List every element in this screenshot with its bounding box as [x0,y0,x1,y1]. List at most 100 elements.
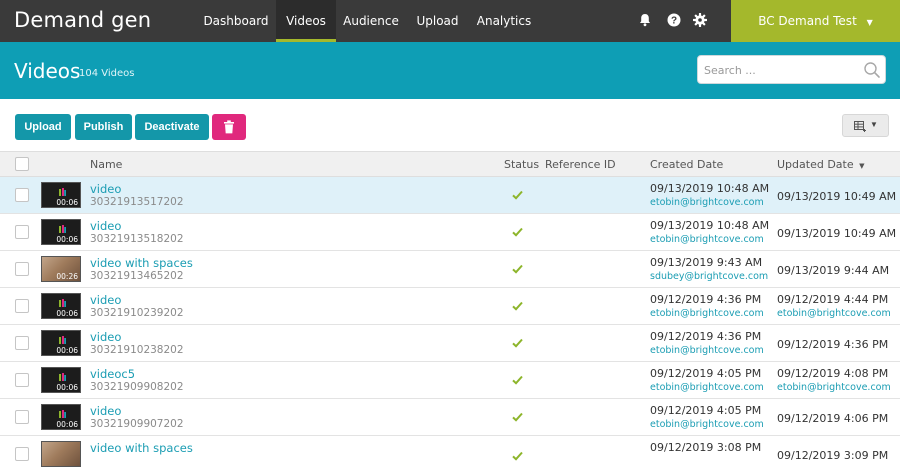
row-checkbox[interactable] [15,447,29,461]
video-id: 30321913465202 [90,270,184,282]
table-row[interactable]: 00:06 video 30321910239202 09/12/2019 4:… [0,288,900,325]
chevron-down-icon: ▼ [866,18,873,27]
created-date: 09/12/2019 4:36 PM [650,293,762,306]
row-checkbox[interactable] [15,188,29,202]
column-reference-id[interactable]: Reference ID [545,158,616,171]
created-by-link[interactable]: etobin@brightcove.com [650,234,764,245]
status-active-check-icon [512,190,523,200]
created-by-link[interactable]: sdubey@brightcove.com [650,271,768,282]
nav-analytics[interactable]: Analytics [469,0,539,42]
video-name-link[interactable]: video [90,330,121,344]
created-by-link[interactable]: etobin@brightcove.com [650,382,764,393]
video-name-link[interactable]: video [90,404,121,418]
updated-by-link[interactable]: etobin@brightcove.com [777,382,891,393]
status-active-check-icon [512,451,523,461]
table-row[interactable]: 00:06 video 30321913518202 09/13/2019 10… [0,214,900,251]
video-duration: 00:06 [56,346,78,355]
delete-button[interactable] [212,114,246,140]
created-by-link[interactable]: etobin@brightcove.com [650,345,764,356]
status-active-check-icon [512,301,523,311]
video-name-link[interactable]: videoc5 [90,367,135,381]
video-name-link[interactable]: video [90,182,121,196]
created-by-link[interactable]: etobin@brightcove.com [650,308,764,319]
video-duration: 00:06 [56,420,78,429]
video-logo-icon [59,336,66,344]
nav-upload[interactable]: Upload [406,0,469,42]
video-thumbnail[interactable]: 00:06 [41,293,81,319]
nav-videos[interactable]: Videos [276,0,336,42]
updated-date: 09/13/2019 10:49 AM [777,190,897,203]
page-title: Videos [14,59,81,83]
row-checkbox[interactable] [15,225,29,239]
table-row[interactable]: 00:06 videoc5 30321909908202 09/12/2019 … [0,362,900,399]
created-date: 09/12/2019 4:05 PM [650,367,762,380]
video-thumbnail[interactable]: 00:26 [41,256,81,282]
video-name-link[interactable]: video [90,219,121,233]
table-row[interactable]: 00:06 video 30321909907202 09/12/2019 4:… [0,399,900,436]
video-thumbnail[interactable]: 00:06 [41,330,81,356]
updated-date: 09/12/2019 4:06 PM [777,412,889,425]
status-active-check-icon [512,264,523,274]
video-thumbnail[interactable]: 00:06 [41,182,81,208]
video-thumbnail[interactable]: 00:06 [41,219,81,245]
page-header: Videos 104 Videos [0,42,900,99]
video-name-link[interactable]: video with spaces [90,441,193,455]
video-thumbnail[interactable]: 00:06 [41,404,81,430]
table-row[interactable]: 00:06 video 30321910238202 09/12/2019 4:… [0,325,900,362]
account-label: BC Demand Test [758,14,857,28]
created-date: 09/12/2019 4:05 PM [650,404,762,417]
video-thumbnail[interactable] [41,441,81,467]
column-name[interactable]: Name [90,158,122,171]
status-active-check-icon [512,375,523,385]
help-icon[interactable]: ? [666,12,682,28]
updated-by-link[interactable]: etobin@brightcove.com [777,308,891,319]
table-row[interactable]: 00:26 video with spaces 30321913465202 0… [0,251,900,288]
upload-button[interactable]: Upload [15,114,71,140]
table-row[interactable]: 00:06 video 30321913517202 09/13/2019 10… [0,177,900,214]
publish-button[interactable]: Publish [75,114,132,140]
video-thumbnail[interactable]: 00:06 [41,367,81,393]
video-id: 30321909908202 [90,381,184,393]
search-input[interactable] [704,61,854,79]
video-logo-icon [59,299,66,307]
created-by-link[interactable]: etobin@brightcove.com [650,197,764,208]
main-nav: Dashboard Videos Audience Upload Analyti… [196,0,539,42]
column-status[interactable]: Status [504,158,539,171]
row-checkbox[interactable] [15,262,29,276]
row-checkbox[interactable] [15,373,29,387]
column-updated-date[interactable]: Updated Date ▼ [777,158,865,171]
table-header: Name Status Reference ID Created Date Up… [0,151,900,177]
bell-icon[interactable] [637,12,653,28]
created-date: 09/12/2019 4:36 PM [650,330,762,343]
search-icon[interactable] [863,61,881,79]
gear-icon[interactable] [692,12,708,28]
video-logo-icon [59,373,66,381]
video-name-link[interactable]: video [90,293,121,307]
chevron-down-icon: ▼ [870,120,878,129]
video-duration: 00:26 [56,272,78,281]
status-active-check-icon [512,338,523,348]
video-id: 30321913517202 [90,196,184,208]
table-row[interactable]: video with spaces 09/12/2019 3:08 PM 09/… [0,436,900,467]
created-by-link[interactable]: etobin@brightcove.com [650,419,764,430]
created-date: 09/13/2019 10:48 AM [650,219,770,232]
nav-audience[interactable]: Audience [336,0,406,42]
account-menu[interactable]: BC Demand Test ▼ [731,0,900,42]
select-all-checkbox[interactable] [15,157,29,171]
column-updated-date-label: Updated Date [777,158,854,171]
column-created-date[interactable]: Created Date [650,158,723,171]
deactivate-button[interactable]: Deactivate [135,114,209,140]
video-id: 30321909907202 [90,418,184,430]
updated-date: 09/12/2019 3:09 PM [777,449,889,462]
nav-dashboard[interactable]: Dashboard [196,0,276,42]
video-id: 30321913518202 [90,233,184,245]
table-grid-icon [854,121,866,132]
created-date: 09/13/2019 10:48 AM [650,182,770,195]
video-name-link[interactable]: video with spaces [90,256,193,270]
row-checkbox[interactable] [15,336,29,350]
row-checkbox[interactable] [15,410,29,424]
row-checkbox[interactable] [15,299,29,313]
column-view-button[interactable]: ▼ [842,114,889,137]
video-duration: 00:06 [56,198,78,207]
app-title[interactable]: Demand gen [14,8,151,32]
